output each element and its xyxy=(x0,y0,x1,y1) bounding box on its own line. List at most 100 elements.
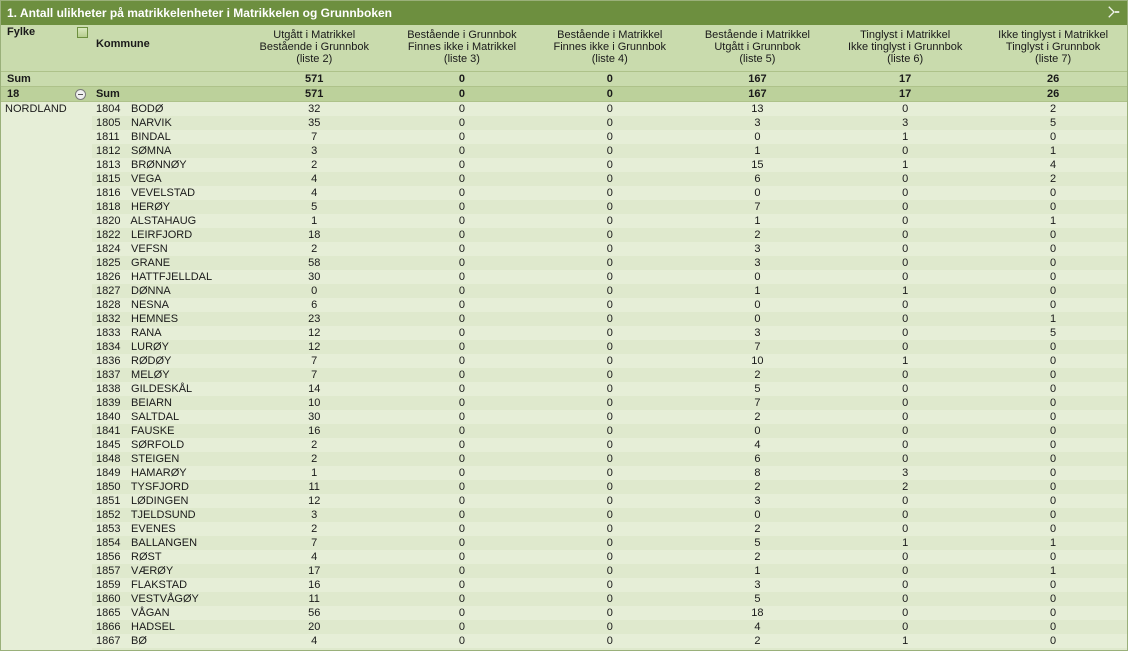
table-row[interactable]: 1865 VÅGAN56001800 xyxy=(1,606,1127,620)
cell-value: 0 xyxy=(536,578,684,592)
kommune-cell: 1832 HEMNES xyxy=(92,312,240,326)
cell-value: 0 xyxy=(388,200,536,214)
cell-value: 0 xyxy=(831,298,979,312)
table-row[interactable]: 1850 TYSFJORD1100220 xyxy=(1,480,1127,494)
col-liste7[interactable]: Ikke tinglyst i MatrikkelTinglyst i Grun… xyxy=(979,25,1127,72)
cube-icon[interactable] xyxy=(77,27,88,38)
cell-value: 16 xyxy=(240,424,388,438)
col-liste4[interactable]: Bestående i MatrikkelFinnes ikke i Grunn… xyxy=(536,25,684,72)
col-liste3[interactable]: Bestående i GrunnbokFinnes ikke i Matrik… xyxy=(388,25,536,72)
kommune-cell: 1837 MELØY xyxy=(92,368,240,382)
cell-value: 2 xyxy=(684,480,831,494)
cell-value: 0 xyxy=(979,354,1127,368)
table-row[interactable]: 1853 EVENES200200 xyxy=(1,522,1127,536)
cell-value: 0 xyxy=(831,410,979,424)
cell-value: 0 xyxy=(831,578,979,592)
cell-value: 0 xyxy=(684,130,831,144)
cell-value: 0 xyxy=(536,284,684,298)
col-liste5[interactable]: Bestående i MatrikkelUtgått i Grunnbok(l… xyxy=(684,25,831,72)
table-row[interactable]: 1851 LØDINGEN1200300 xyxy=(1,494,1127,508)
cell-value: 0 xyxy=(979,508,1127,522)
table-row[interactable]: 1856 RØST400200 xyxy=(1,550,1127,564)
table-row[interactable]: 1811 BINDAL700010 xyxy=(1,130,1127,144)
table-row[interactable]: 1840 SALTDAL3000200 xyxy=(1,410,1127,424)
table-row[interactable]: 1836 RØDØY7001010 xyxy=(1,354,1127,368)
table-row[interactable]: 1828 NESNA600000 xyxy=(1,298,1127,312)
table-row[interactable]: 1841 FAUSKE1600000 xyxy=(1,424,1127,438)
col-kommune[interactable]: Kommune xyxy=(92,25,240,72)
cell-value: 0 xyxy=(536,312,684,326)
panel-titlebar: 1. Antall ulikheter på matrikkelenheter … xyxy=(1,1,1127,25)
table-row[interactable]: 1813 BRØNNØY2001514 xyxy=(1,158,1127,172)
cell-value: 3 xyxy=(684,116,831,130)
table-row[interactable]: 1834 LURØY1200700 xyxy=(1,340,1127,354)
cell-value: 0 xyxy=(831,396,979,410)
table-row[interactable]: 1805 NARVIK3500335 xyxy=(1,116,1127,130)
table-row[interactable]: 1816 VEVELSTAD400000 xyxy=(1,186,1127,200)
table-row[interactable]: 1854 BALLANGEN700511 xyxy=(1,536,1127,550)
cell-value: 2 xyxy=(684,368,831,382)
collapse-icon[interactable] xyxy=(75,89,86,100)
cell-value: 17 xyxy=(831,72,979,87)
cell-value: 0 xyxy=(536,116,684,130)
table-row[interactable]: 1838 GILDESKÅL1400500 xyxy=(1,382,1127,396)
table-row[interactable]: 1848 STEIGEN200600 xyxy=(1,452,1127,466)
table-row[interactable]: 1827 DØNNA000110 xyxy=(1,284,1127,298)
cell-value: 26 xyxy=(979,72,1127,87)
cell-value: 0 xyxy=(831,200,979,214)
cell-value: 0 xyxy=(388,102,536,117)
cell-value: 0 xyxy=(831,592,979,606)
table-row[interactable]: 1866 HADSEL2000400 xyxy=(1,620,1127,634)
table-row[interactable]: 1860 VESTVÅGØY1100500 xyxy=(1,592,1127,606)
cell-value: 0 xyxy=(536,634,684,648)
table-row[interactable]: 1845 SØRFOLD200400 xyxy=(1,438,1127,452)
table-row[interactable]: 1832 HEMNES2300001 xyxy=(1,312,1127,326)
table-row[interactable]: 1833 RANA1200305 xyxy=(1,326,1127,340)
table-row[interactable]: 1837 MELØY700200 xyxy=(1,368,1127,382)
table-row[interactable]: 1852 TJELDSUND300000 xyxy=(1,508,1127,522)
col-liste6[interactable]: Tinglyst i MatrikkelIkke tinglyst i Grun… xyxy=(831,25,979,72)
table-row[interactable]: 1849 HAMARØY100830 xyxy=(1,466,1127,480)
table-row[interactable]: 1812 SØMNA300101 xyxy=(1,144,1127,158)
cell-value: 1 xyxy=(831,130,979,144)
cell-value: 0 xyxy=(388,242,536,256)
table-row[interactable]: 1857 VÆRØY1700101 xyxy=(1,564,1127,578)
cell-value: 30 xyxy=(240,410,388,424)
kommune-cell: 1816 VEVELSTAD xyxy=(92,186,240,200)
table-row[interactable]: 1826 HATTFJELLDAL3000000 xyxy=(1,270,1127,284)
cell-value: 0 xyxy=(684,312,831,326)
table-row[interactable]: 1825 GRANE5800300 xyxy=(1,256,1127,270)
kommune-cell: 1839 BEIARN xyxy=(92,396,240,410)
cell-value: 12 xyxy=(240,494,388,508)
col-fylke[interactable]: Fylke xyxy=(1,25,71,72)
cell-value: 0 xyxy=(536,424,684,438)
table-row[interactable]: 1859 FLAKSTAD1600300 xyxy=(1,578,1127,592)
table-row[interactable]: 1820 ALSTAHAUG100101 xyxy=(1,214,1127,228)
table-row[interactable]: 1815 VEGA400602 xyxy=(1,172,1127,186)
table-row[interactable]: NORDLAND1804 BODØ32001302 xyxy=(1,102,1127,117)
cell-value: 0 xyxy=(979,382,1127,396)
cell-value: 2 xyxy=(684,634,831,648)
col-liste2[interactable]: Utgått i MatrikkelBestående i Grunnbok(l… xyxy=(240,25,388,72)
cell-value: 3 xyxy=(684,242,831,256)
options-icon[interactable] xyxy=(1107,5,1121,22)
cell-value: 0 xyxy=(388,214,536,228)
cell-value: 0 xyxy=(536,256,684,270)
table-row[interactable]: 1822 LEIRFJORD1800200 xyxy=(1,228,1127,242)
kommune-cell: 1867 BØ xyxy=(92,634,240,648)
cell-value: 0 xyxy=(536,130,684,144)
cell-value: 0 xyxy=(536,368,684,382)
table-row[interactable]: 1867 BØ400210 xyxy=(1,634,1127,648)
cell-value: 4 xyxy=(240,186,388,200)
cell-value: 0 xyxy=(979,186,1127,200)
col-indicator[interactable] xyxy=(71,25,92,72)
cell-value: 0 xyxy=(388,466,536,480)
table-row[interactable]: 1839 BEIARN1000700 xyxy=(1,396,1127,410)
table-row[interactable]: 1824 VEFSN200300 xyxy=(1,242,1127,256)
cell-value: 0 xyxy=(536,270,684,284)
table-row[interactable]: 1818 HERØY500700 xyxy=(1,200,1127,214)
cell-value: 0 xyxy=(536,438,684,452)
cell-value: 0 xyxy=(979,592,1127,606)
cell-value: 32 xyxy=(240,102,388,117)
cell-value: 0 xyxy=(831,326,979,340)
